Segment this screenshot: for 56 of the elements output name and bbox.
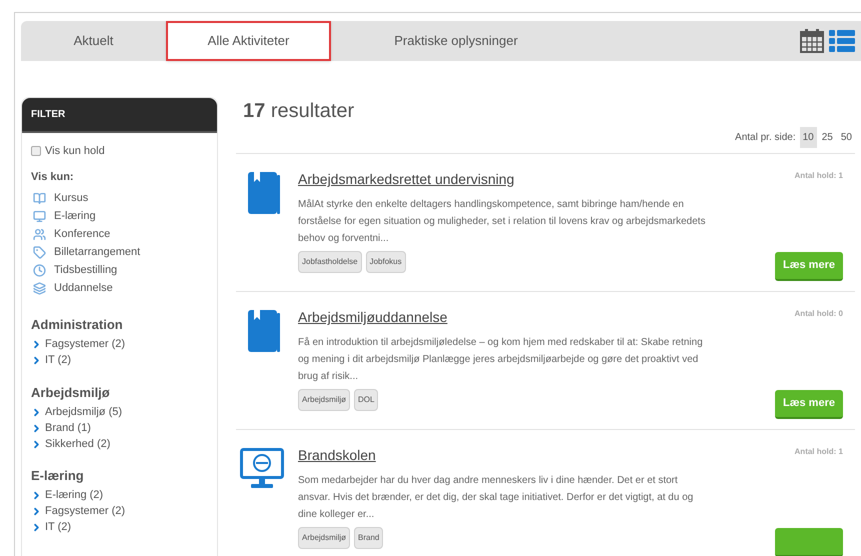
checkbox[interactable] bbox=[31, 146, 41, 156]
hold-count: Antal hold: 1 bbox=[794, 447, 843, 456]
activity-description: MålAt styrke den enkelte deltagers handlingskompetence, samt bibringe ham/hende en forståelse for egen situation og muligheder, set i relation til lovens krav og arbejdsmarkedets behov og forventni... bbox=[298, 198, 706, 246]
per-page-option[interactable]: 25 bbox=[818, 127, 836, 148]
activity-title-link[interactable]: Brandskolen bbox=[298, 447, 376, 463]
people-icon bbox=[33, 228, 46, 240]
activity-title-link[interactable]: Arbejdsmiljøuddannelse bbox=[298, 309, 448, 325]
chevron-icon bbox=[31, 506, 42, 517]
type-filter-item[interactable]: Kursus bbox=[31, 189, 208, 207]
tab[interactable]: Praktiske oplysninger bbox=[331, 21, 581, 61]
category-link[interactable]: IT (2) bbox=[31, 352, 208, 368]
list-view-icon[interactable] bbox=[829, 30, 855, 52]
results-heading: 17 resultater bbox=[243, 99, 356, 123]
tag-icon bbox=[33, 246, 46, 258]
book-icon bbox=[248, 310, 280, 354]
clock-icon bbox=[33, 264, 46, 276]
stack-icon bbox=[33, 282, 46, 294]
book-icon bbox=[33, 192, 46, 204]
hold-count: Antal hold: 0 bbox=[794, 309, 843, 318]
per-page-option[interactable]: 50 bbox=[838, 127, 855, 148]
calendar-icon[interactable] bbox=[800, 29, 824, 53]
category-title: Administration bbox=[31, 316, 124, 334]
tag[interactable]: Arbejdsmiljø bbox=[298, 527, 350, 549]
category-link[interactable]: Arbejdsmiljø (5) bbox=[31, 404, 208, 420]
type-filter-item[interactable]: Konference bbox=[31, 225, 208, 243]
book-icon bbox=[248, 172, 280, 216]
tag[interactable]: Brand bbox=[354, 527, 384, 549]
filter-title: FILTER bbox=[31, 108, 66, 122]
tag[interactable]: Arbejdsmiljø bbox=[298, 389, 350, 411]
category-link[interactable]: Brand (1) bbox=[31, 420, 208, 436]
hold-count: Antal hold: 1 bbox=[794, 171, 843, 180]
category-link[interactable]: IT (2) bbox=[31, 520, 208, 536]
section-label: Vis kun: bbox=[31, 170, 75, 184]
checkbox-label: Vis kun hold bbox=[45, 144, 105, 159]
tab[interactable]: Alle Aktiviteter bbox=[166, 21, 331, 61]
category-link[interactable]: Sikkerhed (2) bbox=[31, 436, 208, 452]
category-title: Arbejdsmiljø bbox=[31, 384, 111, 402]
per-page-label: Antal pr. side: bbox=[735, 131, 796, 145]
type-filter-item[interactable]: Uddannelse bbox=[31, 279, 208, 297]
monitor-icon bbox=[33, 210, 46, 222]
tag[interactable]: Jobfokus bbox=[366, 251, 406, 273]
type-filter-item[interactable]: Tidsbestilling bbox=[31, 261, 208, 279]
tag[interactable]: DOL bbox=[354, 389, 378, 411]
activity-title-link[interactable]: Arbejdsmarkedsrettet undervisning bbox=[298, 171, 514, 187]
category-link[interactable]: E-læring (2) bbox=[31, 488, 208, 504]
tab[interactable]: Aktuelt bbox=[21, 21, 166, 61]
per-page-option[interactable]: 10 bbox=[800, 127, 817, 148]
type-filter-item[interactable]: E-læring bbox=[31, 207, 208, 225]
tag[interactable]: Jobfastholdelse bbox=[298, 251, 362, 273]
activity-description: Få en introduktion til arbejdsmiljøledelse – og kom hjem med redskaber til at: Skabe retning og mening i dit arbejdsmiljø Planlægge jeres arbejdsmiljøarbejde og gøre det proaktivt ved brug af risik... bbox=[298, 336, 704, 384]
category-title: E-læring bbox=[31, 467, 85, 485]
category-link[interactable]: Fagsystemer (2) bbox=[31, 504, 208, 520]
monitor-icon bbox=[240, 448, 284, 490]
category-link[interactable]: Fagsystemer (2) bbox=[31, 336, 208, 352]
activity-description: Som medarbejder har du hver dag andre menneskers liv i dine hænder. Det er et stort ansvar. Hvis det brænder, er det dig, der skal tage initiativet. Derfor er det vigtigt, at du og dine kolleger er... bbox=[298, 474, 694, 522]
type-filter-item[interactable]: Billetarrangement bbox=[31, 243, 208, 261]
